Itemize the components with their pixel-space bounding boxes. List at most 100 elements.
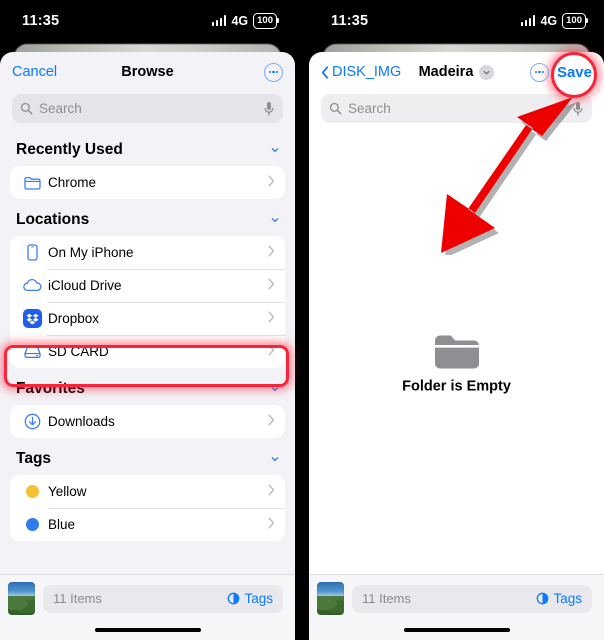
status-indicators: 4G 100 [520,12,588,30]
items-count-pill[interactable]: 11 Items Tags [352,584,592,613]
left-phone-panel: 11:35 4G 100 Cancel Browse Search Recent… [0,0,295,640]
network-type-label: 4G [231,13,249,28]
cellular-signal-icon [520,15,536,27]
list-item-sd-card[interactable]: SD CARD [10,335,285,368]
search-icon [20,102,33,115]
left-nav-right [264,62,283,82]
list-item[interactable]: Downloads [10,405,285,438]
chevron-right-icon [268,516,275,534]
cancel-button[interactable]: Cancel [12,64,57,80]
microphone-icon[interactable] [572,101,584,117]
network-type-label: 4G [540,13,558,28]
status-bar: 11:35 4G 100 [309,0,604,42]
right-phone-panel: 11:35 4G 100 DISK_IMG Madeira Save Searc… [309,0,604,640]
list-item-label: iCloud Drive [48,278,122,293]
tags-button-label: Tags [553,591,582,606]
items-count-pill[interactable]: 11 Items Tags [43,584,283,613]
more-options-icon[interactable] [264,62,283,82]
battery-icon: 100 [253,12,279,30]
blue-dot-icon [20,518,44,531]
list-item[interactable]: Chrome [10,166,285,199]
tags-button[interactable]: Tags [536,591,582,606]
tags-button[interactable]: Tags [227,591,273,606]
chevron-left-icon [321,65,329,79]
tags-group: Yellow Blue [10,475,285,541]
left-scroll-content[interactable]: Recently Used Chrome Locations On My iPh… [0,129,295,640]
section-header-tags[interactable]: Tags [0,438,295,475]
list-item-label: SD CARD [48,344,109,359]
chevron-right-icon [268,244,275,262]
tags-icon [537,592,549,605]
dropbox-icon [20,309,44,328]
chevron-right-icon [268,174,275,192]
status-time: 11:35 [22,13,60,29]
microphone-icon[interactable] [263,101,275,117]
locations-group: On My iPhone iCloud Drive Dropbox SD CAR… [10,236,285,368]
more-options-icon[interactable] [529,62,549,82]
folder-icon [20,176,44,190]
file-thumbnail[interactable] [8,582,35,615]
list-item[interactable]: Dropbox [10,302,285,335]
list-item[interactable]: iCloud Drive [10,269,285,302]
search-placeholder: Search [39,101,82,116]
battery-icon: 100 [562,12,588,30]
search-input[interactable]: Search [12,94,283,123]
status-indicators: 4G 100 [211,12,279,30]
left-bottom-bar: 11 Items Tags [0,574,295,640]
section-title: Tags [16,450,52,467]
list-item-label: On My iPhone [48,245,134,260]
drive-icon [20,345,44,359]
right-bottom-bar: 11 Items Tags [309,574,604,640]
list-item[interactable]: On My iPhone [10,236,285,269]
status-time: 11:35 [331,13,369,29]
left-nav-bar: Cancel Browse [0,52,295,92]
search-placeholder: Search [348,101,391,116]
back-button-label: DISK_IMG [332,64,402,80]
recently-used-group: Chrome [10,166,285,199]
browse-sheet: Cancel Browse Search Recently Used Chrom… [0,52,295,640]
section-title: Recently Used [16,141,123,158]
iphone-icon [20,244,44,261]
right-nav-bar: DISK_IMG Madeira Save [309,52,604,92]
section-header-recently-used[interactable]: Recently Used [0,129,295,166]
list-item-label: Yellow [48,484,87,499]
chevron-down-icon[interactable] [271,141,279,159]
section-title: Favorites [16,380,85,397]
chevron-right-icon [268,343,275,361]
left-search-area: Search [0,92,295,131]
cloud-icon [20,279,44,292]
right-scroll-content: Folder is Empty [309,129,604,640]
empty-state-label: Folder is Empty [402,378,511,395]
list-item[interactable]: Yellow [10,475,285,508]
file-thumbnail[interactable] [317,582,344,615]
list-item-label: Blue [48,517,76,532]
tags-icon [228,592,240,605]
section-title: Locations [16,211,90,228]
status-bar: 11:35 4G 100 [0,0,295,42]
right-nav-right: Save [529,62,592,82]
chevron-down-icon[interactable] [271,211,279,229]
chevron-down-icon[interactable] [479,64,495,80]
favorites-group: Downloads [10,405,285,438]
chevron-right-icon [268,310,275,328]
items-count-label: 11 Items [53,591,102,606]
section-header-locations[interactable]: Locations [0,199,295,236]
folder-sheet: DISK_IMG Madeira Save Search Folder is E… [309,52,604,640]
back-button[interactable]: DISK_IMG [321,64,401,80]
list-item-label: Downloads [48,414,115,429]
items-count-label: 11 Items [362,591,411,606]
save-button[interactable]: Save [557,64,592,81]
chevron-down-icon[interactable] [271,380,279,398]
chevron-down-icon[interactable] [271,450,279,468]
empty-state: Folder is Empty [309,334,604,395]
list-item[interactable]: Blue [10,508,285,541]
folder-icon [434,335,479,369]
list-item-label: Dropbox [48,311,100,326]
download-circle-icon [20,413,44,430]
list-item-label: Chrome [48,175,97,190]
search-input[interactable]: Search [321,94,592,123]
section-header-favorites[interactable]: Favorites [0,368,295,405]
home-indicator [94,628,201,632]
chevron-right-icon [268,483,275,501]
home-indicator [403,628,510,632]
